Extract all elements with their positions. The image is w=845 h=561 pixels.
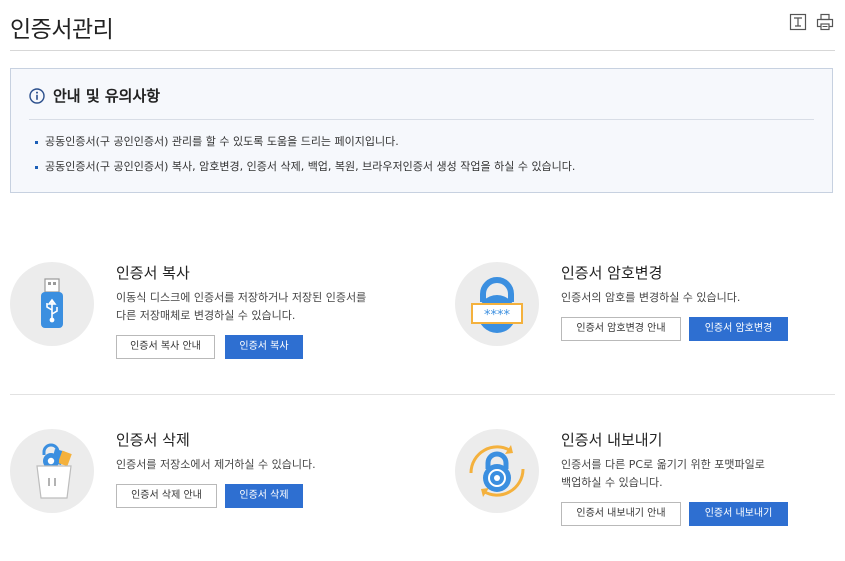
card-description: 인증서를 저장소에서 제거하실 수 있습니다. [116,456,416,474]
notice-item: 공동인증서(구 공인인증서) 복사, 암호변경, 인증서 삭제, 백업, 복원,… [34,158,575,183]
card-title: 인증서 내보내기 [561,431,663,449]
copy-guide-button[interactable]: 인증서 복사 안내 [116,335,215,359]
card-description-line: 이동식 디스크에 인증서를 저장하거나 저장된 인증서를 [116,291,367,304]
export-button[interactable]: 인증서 내보내기 [689,502,788,526]
page-title: 인증서관리 [10,17,114,43]
card-description-line: 다른 저장매체로 변경하실 수 있습니다. [116,309,296,322]
card-description: 인증서를 다른 PC로 옮기기 위한 포맷파일로 백업하실 수 있습니다. [561,456,845,492]
title-divider [10,50,835,51]
padlock-arrows-icon [455,429,539,513]
change-password-button[interactable]: 인증서 암호변경 [689,317,788,341]
card-title: 인증서 삭제 [116,431,190,449]
trash-padlock-icon [10,429,94,513]
card-copy: 인증서 복사 이동식 디스크에 인증서를 저장하거나 저장된 인증서를 다른 저… [10,262,410,382]
card-delete: 인증서 삭제 인증서를 저장소에서 제거하실 수 있습니다. 인증서 삭제 안내… [10,429,410,549]
notice-header: 안내 및 유의사항 [29,85,160,106]
card-export: 인증서 내보내기 인증서를 다른 PC로 옮기기 위한 포맷파일로 백업하실 수… [455,429,845,549]
print-icon[interactable] [816,13,834,31]
delete-button[interactable]: 인증서 삭제 [225,484,303,508]
info-circle-icon [29,87,45,104]
notice-item: 공동인증서(구 공인인증서) 관리를 할 수 있도록 도움을 드리는 페이지입니… [34,133,575,158]
card-title: 인증서 복사 [116,264,190,282]
notice-list: 공동인증서(구 공인인증서) 관리를 할 수 있도록 도움을 드리는 페이지입니… [34,133,575,183]
card-description: 인증서의 암호를 변경하실 수 있습니다. [561,289,845,307]
card-description-line: 인증서의 암호를 변경하실 수 있습니다. [561,291,741,304]
notice-box: 안내 및 유의사항 공동인증서(구 공인인증서) 관리를 할 수 있도록 도움을… [10,68,833,193]
download-icon[interactable] [789,13,807,31]
notice-divider [29,119,814,120]
card-description-line: 인증서를 다른 PC로 옮기기 위한 포맷파일로 [561,458,765,471]
export-guide-button[interactable]: 인증서 내보내기 안내 [561,502,681,526]
svg-text:****: **** [484,308,511,323]
padlock-password-icon: **** [455,262,539,346]
card-description-line: 인증서를 저장소에서 제거하실 수 있습니다. [116,458,316,471]
notice-title: 안내 및 유의사항 [53,87,161,105]
card-password: **** 인증서 암호변경 인증서의 암호를 변경하실 수 있습니다. 인증서 … [455,262,845,382]
copy-button[interactable]: 인증서 복사 [225,335,303,359]
card-description: 이동식 디스크에 인증서를 저장하거나 저장된 인증서를 다른 저장매체로 변경… [116,289,416,325]
card-description-line: 백업하실 수 있습니다. [561,476,663,489]
card-title: 인증서 암호변경 [561,264,663,282]
section-divider [10,394,835,395]
delete-guide-button[interactable]: 인증서 삭제 안내 [116,484,217,508]
password-guide-button[interactable]: 인증서 암호변경 안내 [561,317,681,341]
usb-icon [10,262,94,346]
